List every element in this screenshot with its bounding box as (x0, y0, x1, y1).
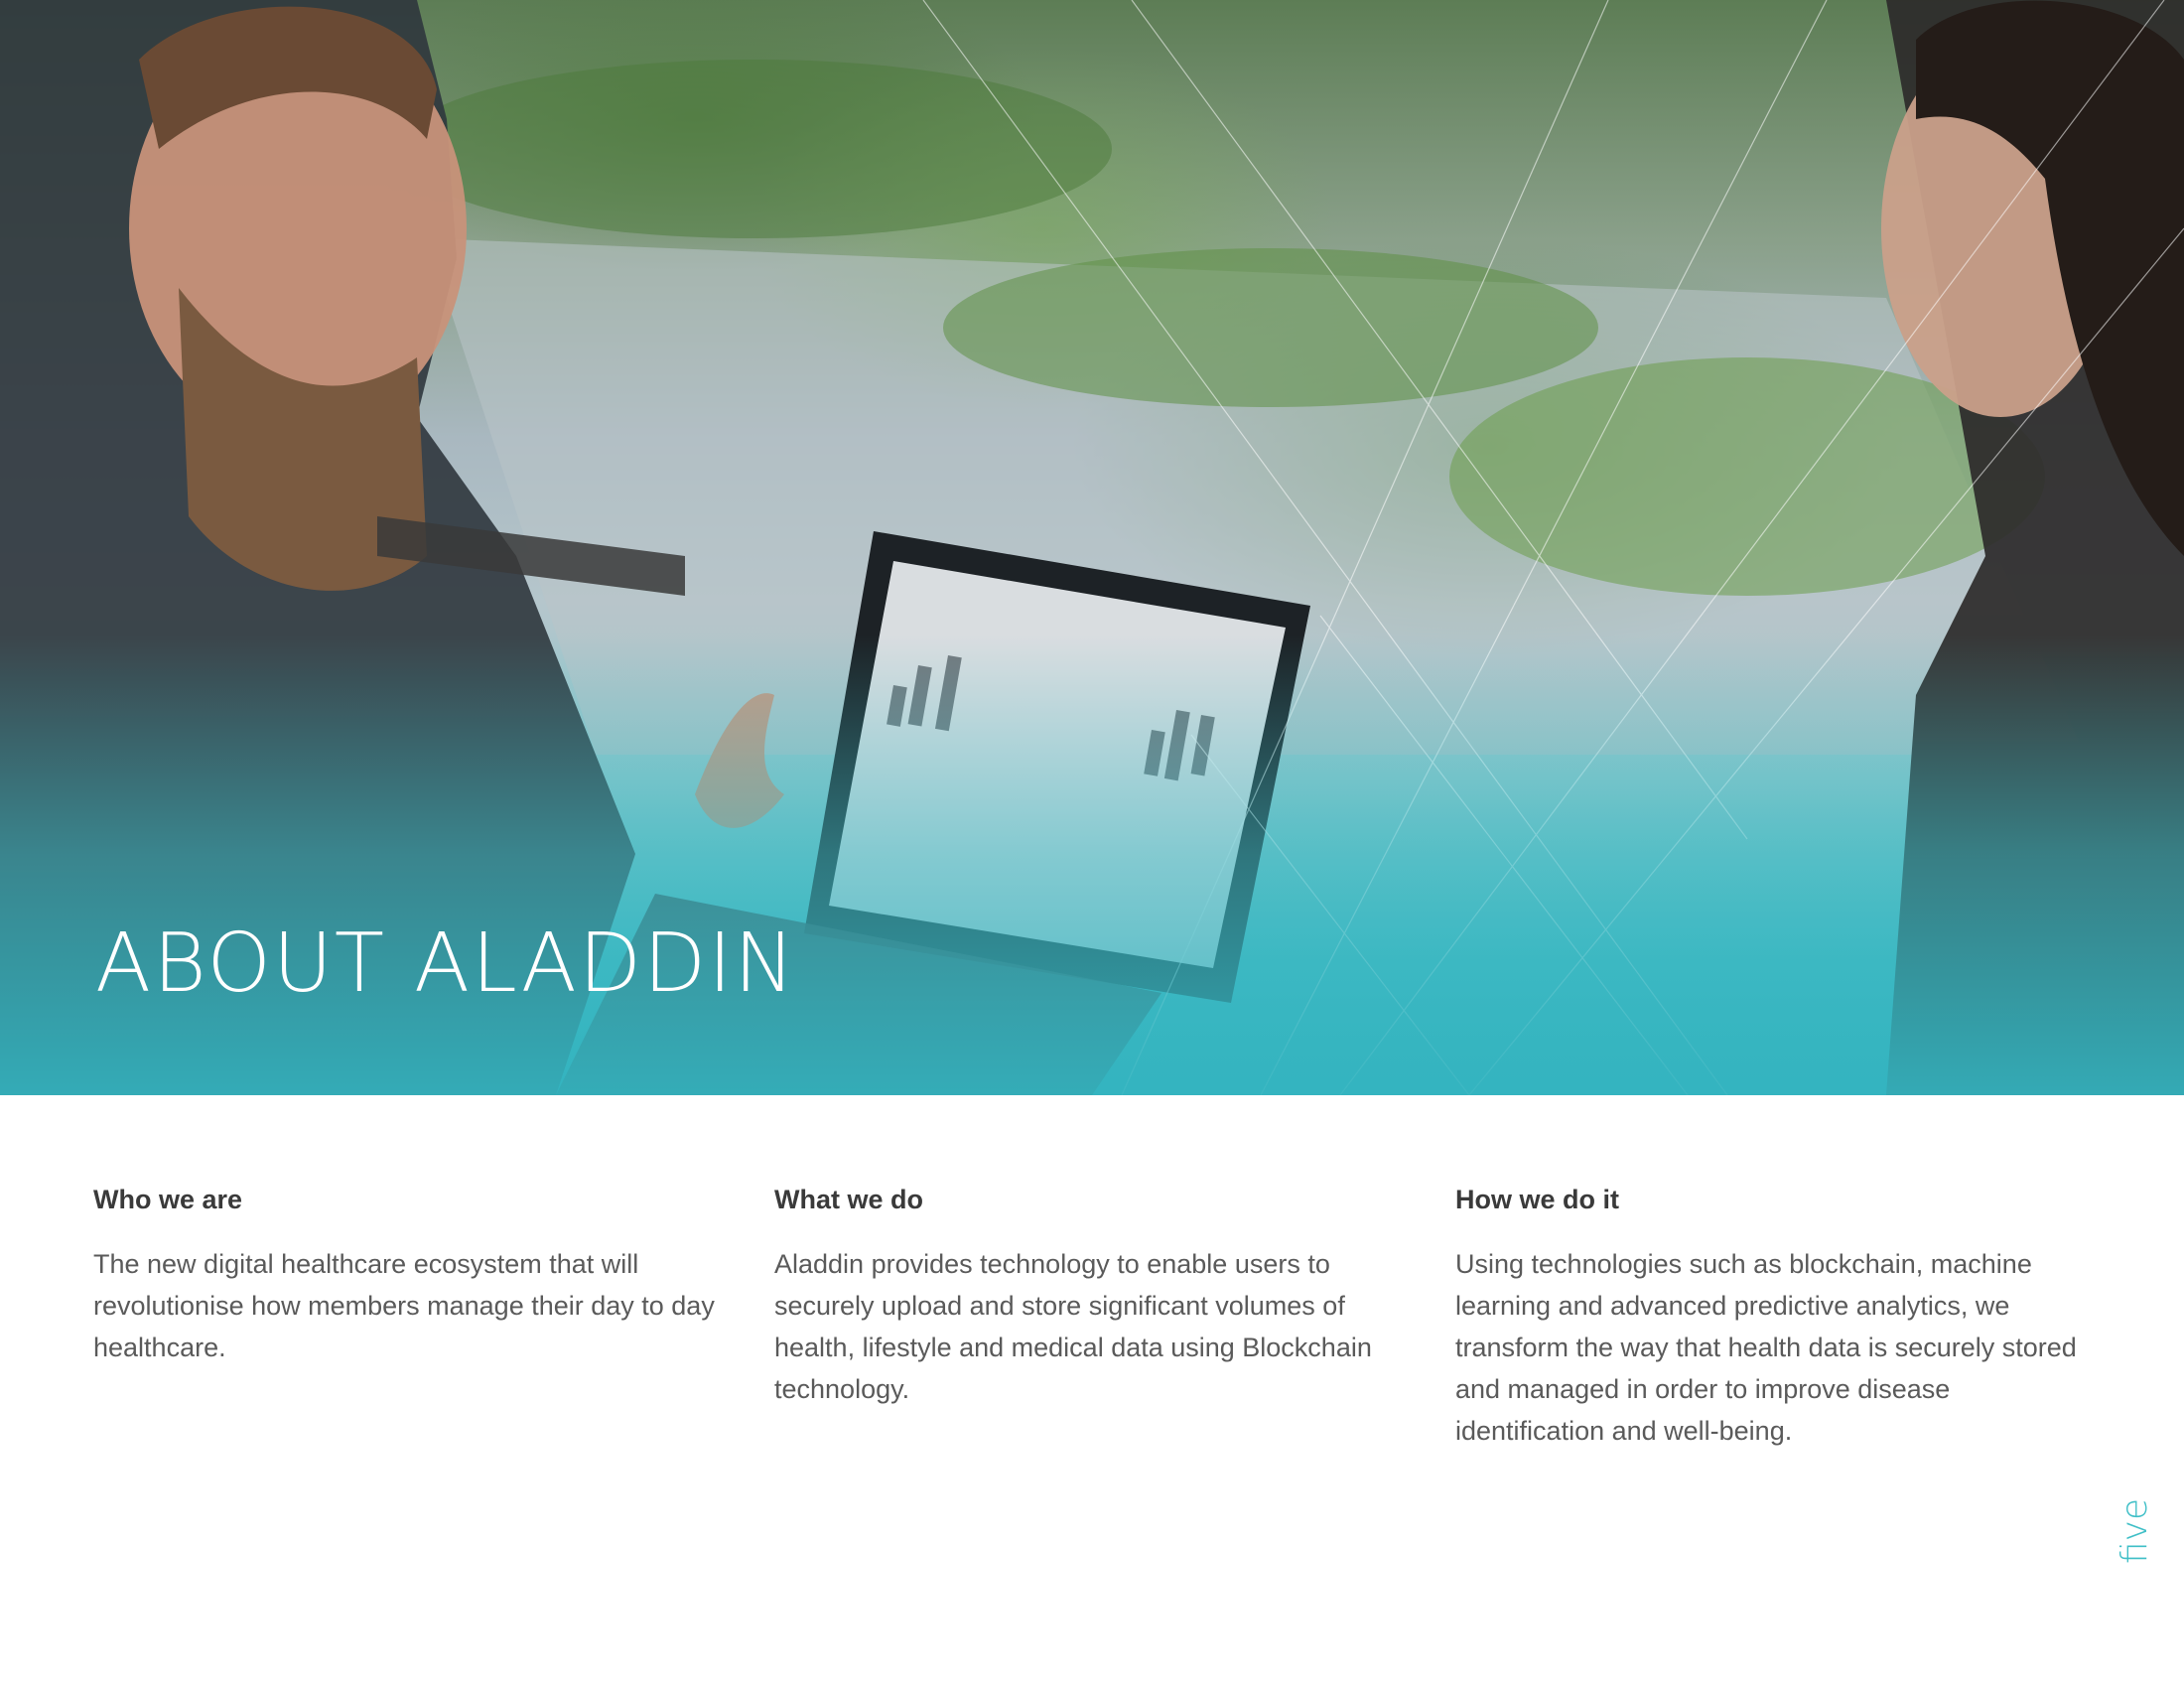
page-title: ABOUT ALADDIN (95, 916, 797, 1011)
page-number: five (2115, 1497, 2155, 1564)
column-body: The new digital healthcare ecosystem tha… (93, 1249, 715, 1362)
column-heading: How we do it (1455, 1185, 1619, 1214)
column-how-we-do-it: How we do it Using technologies such as … (1455, 1182, 2091, 1452)
column-what-we-do: What we do Aladdin provides technology t… (774, 1182, 1410, 1410)
column-heading: Who we are (93, 1185, 243, 1214)
column-heading: What we do (774, 1185, 923, 1214)
column-body: Aladdin provides technology to enable us… (774, 1249, 1372, 1404)
column-who-we-are: Who we are The new digital healthcare ec… (93, 1182, 729, 1368)
column-body: Using technologies such as blockchain, m… (1455, 1249, 2077, 1446)
info-columns: Who we are The new digital healthcare ec… (93, 1182, 2079, 1499)
hero-banner: ABOUT ALADDIN (0, 0, 2184, 1095)
